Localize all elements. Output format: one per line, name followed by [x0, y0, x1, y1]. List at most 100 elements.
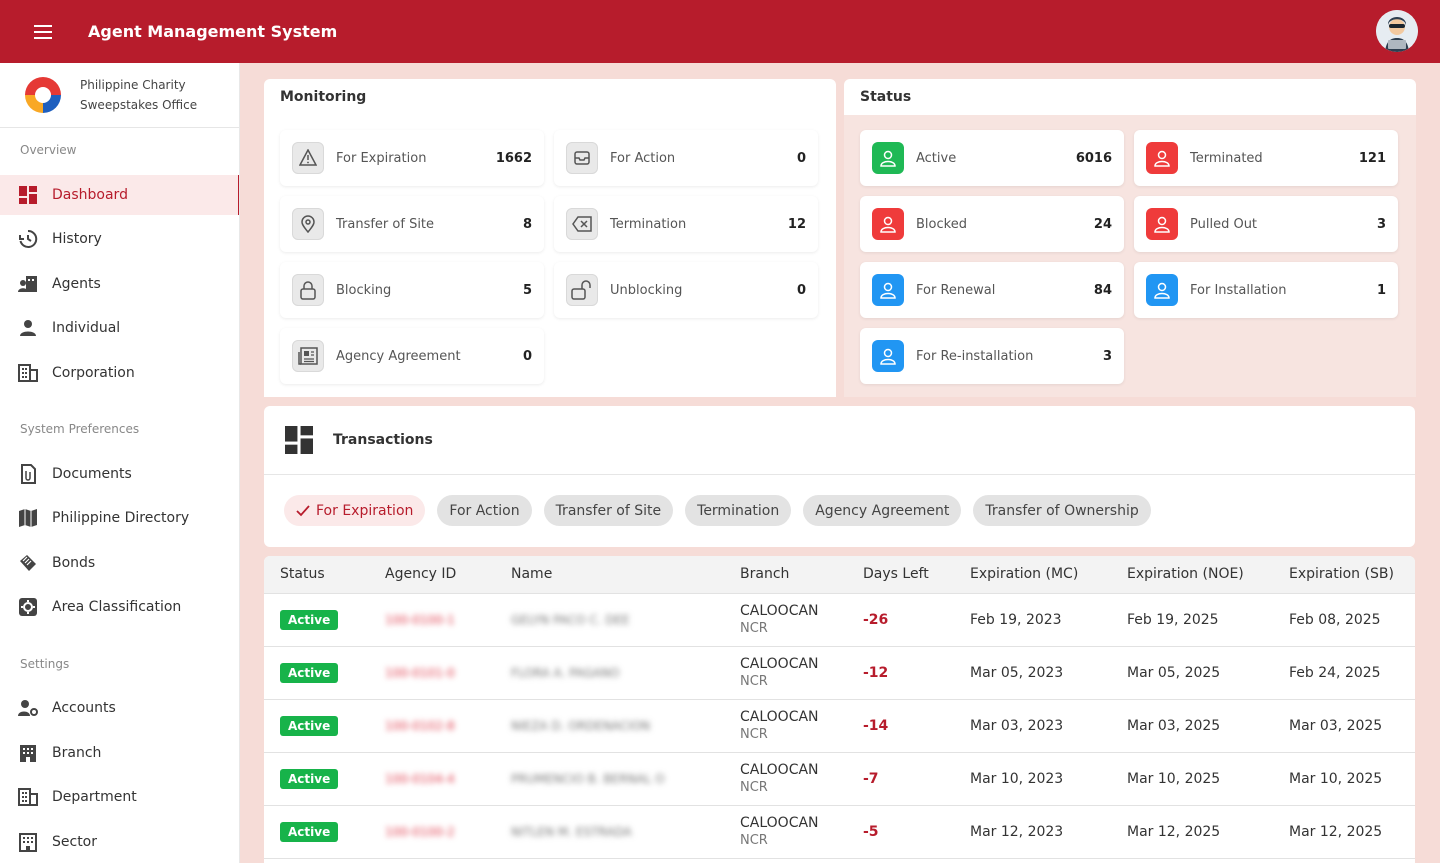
branch-name: CALOOCAN: [740, 603, 819, 619]
tile-count: 5: [522, 282, 532, 298]
tile-count: 1: [1376, 282, 1386, 298]
tile-label: Blocking: [336, 282, 392, 298]
column-header-status[interactable]: Status: [264, 556, 369, 594]
branch-region: NCR: [740, 621, 768, 636]
lock-icon: [292, 274, 324, 306]
branch-name: CALOOCAN: [740, 709, 819, 725]
column-header-name[interactable]: Name: [495, 556, 724, 594]
column-header-days-left[interactable]: Days Left: [847, 556, 954, 594]
sidebar-item-history[interactable]: History: [0, 219, 239, 259]
tile-label: Pulled Out: [1190, 216, 1258, 232]
tile-active[interactable]: Active 6016: [860, 130, 1124, 186]
transactions-title: Transactions: [333, 432, 433, 448]
sidebar-item-sector[interactable]: Sector: [0, 822, 239, 862]
sidebar-item-label: Department: [52, 789, 137, 805]
chip-label: Transfer of Ownership: [985, 502, 1139, 519]
expiration-mc: Mar 12, 2023: [970, 823, 1064, 840]
sidebar-item-label: Agents: [52, 276, 101, 292]
sidebar-item-bonds[interactable]: Bonds: [0, 543, 239, 583]
sidebar-item-area-classification[interactable]: Area Classification: [0, 587, 239, 627]
tile-transfer-of-site[interactable]: Transfer of Site 8: [280, 196, 544, 252]
branch-name: CALOOCAN: [740, 656, 819, 672]
warning-icon: [292, 142, 324, 174]
tile-termination[interactable]: Termination 12: [554, 196, 818, 252]
agency-id[interactable]: 100-0100-1: [385, 613, 455, 627]
sidebar-item-individual[interactable]: Individual: [0, 308, 239, 348]
sidebar-item-agents[interactable]: Agents: [0, 264, 239, 304]
tile-label: Active: [916, 150, 957, 166]
table-row[interactable]: Active 100-0104-4 PRUMENCIO B. BERNAL O …: [264, 752, 1415, 805]
branch-name: CALOOCAN: [740, 762, 819, 778]
tile-unblocking[interactable]: Unblocking 0: [554, 262, 818, 318]
chip-transfer-of-ownership[interactable]: Transfer of Ownership: [973, 495, 1151, 526]
person-icon: [18, 318, 38, 338]
sidebar-item-philippine-directory[interactable]: Philippine Directory: [0, 498, 239, 538]
tile-count: 8: [522, 216, 532, 232]
chip-termination[interactable]: Termination: [685, 495, 792, 526]
section-overview: Overview: [20, 143, 77, 157]
expiration-sb: Mar 03, 2025: [1289, 717, 1383, 734]
tile-for-action[interactable]: For Action 0: [554, 130, 818, 186]
chip-agency-agreement[interactable]: Agency Agreement: [803, 495, 962, 526]
agency-id[interactable]: 100-0102-8: [385, 719, 455, 733]
tile-agency-agreement[interactable]: Agency Agreement 0: [280, 328, 544, 384]
expiration-noe: Mar 10, 2025: [1127, 770, 1221, 787]
tile-blocking[interactable]: Blocking 5: [280, 262, 544, 318]
branch-region: NCR: [740, 833, 768, 848]
branch-region: NCR: [740, 780, 768, 795]
agency-id[interactable]: 100-0101-0: [385, 666, 455, 680]
agency-id[interactable]: 100-0100-2: [385, 825, 455, 839]
sidebar-item-label: Philippine Directory: [52, 510, 190, 526]
sidebar-item-corporation[interactable]: Corporation: [0, 353, 239, 393]
branch-name: CALOOCAN: [740, 815, 819, 831]
tile-for-re-installation[interactable]: For Re-installation 3: [860, 328, 1124, 384]
column-header-expiration-sb[interactable]: Expiration (SB): [1273, 556, 1415, 594]
tile-for-installation[interactable]: For Installation 1: [1134, 262, 1398, 318]
tile-for-renewal[interactable]: For Renewal 84: [860, 262, 1124, 318]
sidebar-item-branch[interactable]: Branch: [0, 733, 239, 773]
expiration-noe: Mar 05, 2025: [1127, 664, 1221, 681]
tile-count: 1662: [495, 150, 532, 166]
column-header-expiration-noe[interactable]: Expiration (NOE): [1111, 556, 1273, 594]
table-row[interactable]: Active 100-0102-8 NIEZA D. ORDENACION CA…: [264, 699, 1415, 752]
avatar[interactable]: [1376, 10, 1418, 52]
sidebar-item-department[interactable]: Department: [0, 777, 239, 817]
sidebar-item-label: Sector: [52, 834, 98, 850]
chip-transfer-of-site[interactable]: Transfer of Site: [543, 495, 674, 526]
tile-blocked[interactable]: Blocked 24: [860, 196, 1124, 252]
expiration-sb: Mar 12, 2025: [1289, 823, 1383, 840]
tile-label: Transfer of Site: [336, 216, 435, 232]
transaction-filter-chips: For Expiration For Action Transfer of Si…: [284, 495, 1151, 526]
agency-id[interactable]: 100-0104-4: [385, 772, 455, 786]
table-row[interactable]: Active 100-0101-0 FLORA A. PAGANO CALOOC…: [264, 646, 1415, 699]
tile-terminated[interactable]: Terminated 121: [1134, 130, 1398, 186]
bonds-icon: [18, 553, 38, 573]
user-icon: [872, 274, 904, 306]
agents-icon: [18, 274, 38, 294]
column-header-branch[interactable]: Branch: [724, 556, 847, 594]
chip-for-expiration[interactable]: For Expiration: [284, 495, 426, 526]
chip-for-action[interactable]: For Action: [437, 495, 532, 526]
sidebar-item-documents[interactable]: Documents: [0, 454, 239, 494]
tile-count: 0: [522, 348, 532, 364]
expiration-noe: Feb 19, 2025: [1127, 611, 1219, 628]
table-header-row: Status Agency ID Name Branch Days Left E…: [264, 556, 1415, 594]
status-title: Status: [860, 89, 912, 105]
user-icon: [872, 340, 904, 372]
sidebar-item-dashboard[interactable]: Dashboard: [0, 175, 239, 215]
status-badge: Active: [280, 609, 339, 630]
column-header-expiration-mc[interactable]: Expiration (MC): [954, 556, 1111, 594]
sidebar-item-label: Individual: [52, 320, 121, 336]
tile-count: 6016: [1075, 150, 1112, 166]
table-row[interactable]: Active 100-0100-1 GELYN PACO C. DEE CALO…: [264, 593, 1415, 646]
hamburger-menu-icon[interactable]: [34, 18, 62, 46]
sidebar-item-accounts[interactable]: Accounts: [0, 688, 239, 728]
tile-pulled-out[interactable]: Pulled Out 3: [1134, 196, 1398, 252]
newspaper-icon: [292, 340, 324, 372]
column-header-agency-id[interactable]: Agency ID: [369, 556, 495, 594]
tile-count: 0: [796, 150, 806, 166]
table-row[interactable]: Active 100-0100-2 NITLEN M. ESTRADA CALO…: [264, 805, 1415, 858]
org-name-line1: Philippine Charity: [80, 78, 186, 92]
days-left: -26: [863, 611, 889, 628]
tile-for-expiration[interactable]: For Expiration 1662: [280, 130, 544, 186]
